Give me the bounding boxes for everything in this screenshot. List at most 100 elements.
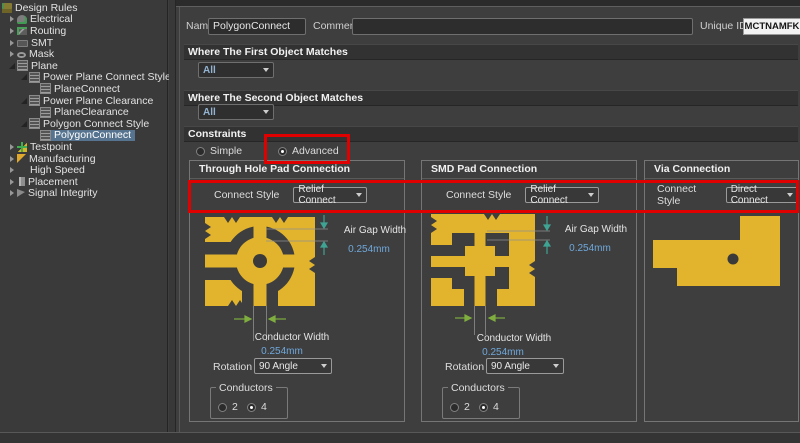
connect-style-label: Connect Style [657,183,719,207]
chevron-down-icon [787,193,793,197]
tree-item-high-speed[interactable]: High Speed [0,164,167,176]
mask-icon [17,52,26,58]
connect-style-label: Connect Style [214,189,279,201]
expand-collapsed-icon[interactable] [7,154,17,164]
tree-item-label: Power Plane Connect Style [40,71,171,83]
via-connect-style-dropdown[interactable]: Direct Connect [726,187,798,203]
smd-pad-connection-panel: SMD Pad Connection Connect Style Relief … [421,160,637,422]
radio-label: Simple [210,145,242,157]
first-object-matches-header: Where The First Object Matches [184,44,798,60]
chevron-down-icon [356,193,362,197]
tree-item-design-rules[interactable]: Design Rules [0,2,167,14]
tree-item-label: Design Rules [12,2,77,14]
rotation-label: Rotation [213,361,252,373]
unique-id-input[interactable]: MCTNAMFK [743,18,800,35]
via-direct-connect-preview [650,206,798,326]
dropdown-value: Relief Connect [530,184,588,206]
unique-id-label: Unique ID [700,20,747,32]
radio-selected-icon[interactable] [278,147,287,156]
expand-collapsed-icon[interactable] [7,177,17,187]
th-connect-style-dropdown[interactable]: Relief Connect [293,187,367,203]
tree-item-signal-integrity[interactable]: Signal Integrity [0,188,167,200]
radio-icon[interactable] [196,147,205,156]
selected-tree-item[interactable]: PolygonConnect [40,130,135,142]
air-gap-arrows-icon [544,216,550,254]
tree-item-smt[interactable]: SMT [0,37,167,49]
tree-item-label: Signal Integrity [25,187,97,199]
expand-collapsed-icon[interactable] [7,142,17,152]
advanced-mode-radio[interactable]: Advanced [278,145,339,157]
through-hole-pad-connection-panel: Through Hole Pad Connection Connect Styl… [189,160,405,422]
expand-collapsed-icon[interactable] [7,49,17,59]
testpoint-icon [17,142,27,152]
tree-item-polygon-connect-style[interactable]: Polygon Connect Style [0,118,167,130]
tree-item-label: PlaneConnect [51,83,120,95]
tree-item-label: Power Plane Clearance [40,95,153,107]
rule-grid-icon [29,95,40,106]
tree-item-mask[interactable]: Mask [0,48,167,60]
expand-expanded-icon[interactable] [7,61,17,71]
conductor-width-arrows-icon [234,316,286,322]
radio-label: 2 [464,401,470,413]
tree-item-testpoint[interactable]: Testpoint [0,141,167,153]
air-gap-width-label: Air Gap Width [565,224,627,235]
radio-icon[interactable] [450,403,459,412]
chevron-down-icon [263,68,269,72]
tree-item-placement[interactable]: Placement [0,176,167,188]
conductor-width-label: Conductor Width [477,333,551,344]
electrical-icon [17,15,27,24]
th-conductors-2-radio[interactable]: 2 [218,401,238,413]
name-input[interactable]: PolygonConnect [208,18,306,35]
tree-item-power-plane-clearance[interactable]: Power Plane Clearance [0,95,167,107]
dropdown-value: Relief Connect [298,184,356,206]
expand-expanded-icon[interactable] [19,72,29,82]
expand-expanded-icon[interactable] [19,119,29,129]
air-gap-width-label: Air Gap Width [344,225,406,236]
smd-conductors-4-radio[interactable]: 4 [479,401,499,413]
radio-selected-icon[interactable] [247,403,256,412]
connect-style-label: Connect Style [446,189,511,201]
expand-collapsed-icon[interactable] [7,38,17,48]
rule-grid-icon [17,60,28,71]
first-object-scope-dropdown[interactable]: All [198,62,274,78]
expand-collapsed-icon[interactable] [7,26,17,36]
smd-conductors-2-radio[interactable]: 2 [450,401,470,413]
folder-icon [2,3,12,13]
tree-item-plane[interactable]: Plane [0,60,167,72]
connect-style-row: Connect Style Relief Connect [422,186,636,204]
tree-item-routing[interactable]: Routing [0,25,167,37]
tree-item-label: PolygonConnect [51,129,131,141]
dropdown-value: All [203,65,216,76]
second-object-scope-dropdown[interactable]: All [198,104,274,120]
tree-item-electrical[interactable]: Electrical [0,14,167,26]
constraints-header: Constraints [184,126,798,142]
simple-mode-radio[interactable]: Simple [196,145,242,157]
smd-rotation-dropdown[interactable]: 90 Angle [486,358,564,374]
tree-item-label: Mask [26,48,54,60]
conductor-width-value: 0.254mm [261,346,303,357]
rule-grid-icon [29,72,40,83]
tree-item-planeconnect[interactable]: PlaneConnect [0,83,167,95]
tree-item-label: Testpoint [27,141,72,153]
air-gap-width-value: 0.254mm [348,244,390,255]
th-rotation-dropdown[interactable]: 90 Angle [254,358,332,374]
conductors-label: Conductors [216,382,276,394]
th-conductors-4-radio[interactable]: 4 [247,401,267,413]
tree-item-manufacturing[interactable]: Manufacturing [0,153,167,165]
chevron-down-icon [321,364,327,368]
tree-item-power-plane-connect-style[interactable]: Power Plane Connect Style [0,72,167,84]
conductor-width-label: Conductor Width [255,332,329,343]
tree-item-planeclearance[interactable]: PlaneClearance [0,106,167,118]
th-conductors-group: Conductors 2 4 [210,387,288,419]
rule-grid-icon [40,130,51,141]
expand-collapsed-icon[interactable] [7,188,17,198]
expand-collapsed-icon[interactable] [7,165,17,175]
radio-label: 4 [261,401,267,413]
radio-icon[interactable] [218,403,227,412]
expand-expanded-icon[interactable] [19,96,29,106]
tree-item-polygonconnect-selected[interactable]: PolygonConnect [0,130,167,142]
smd-connect-style-dropdown[interactable]: Relief Connect [525,187,599,203]
comment-input[interactable] [352,18,693,35]
radio-selected-icon[interactable] [479,403,488,412]
expand-collapsed-icon[interactable] [7,14,17,24]
